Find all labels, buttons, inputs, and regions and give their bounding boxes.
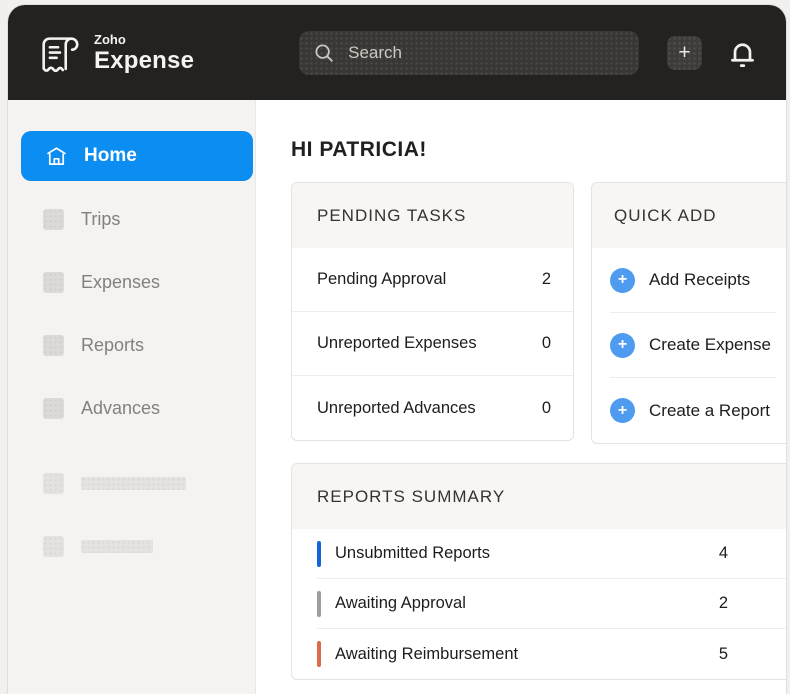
action-label: Create a Report bbox=[649, 401, 770, 421]
row-label: Awaiting Reimbursement bbox=[335, 645, 719, 664]
unreported-advances-row[interactable]: Unreported Advances 0 bbox=[292, 376, 573, 440]
sidebar-item-label: Trips bbox=[81, 209, 120, 230]
reports-summary-card: REPORTS SUMMARY Unsubmitted Reports 4 Aw… bbox=[291, 463, 786, 680]
action-label: Add Receipts bbox=[649, 270, 750, 290]
status-color-bar bbox=[317, 641, 321, 667]
main-content: HI PATRICIA! PENDING TASKS Pending Appro… bbox=[256, 100, 786, 694]
sidebar-item-advances[interactable]: Advances bbox=[8, 377, 255, 440]
reports-summary-title: REPORTS SUMMARY bbox=[292, 464, 786, 529]
receipt-logo-icon bbox=[36, 30, 82, 76]
sidebar-skeleton-item bbox=[8, 452, 255, 515]
sidebar-item-label: Advances bbox=[81, 398, 160, 419]
sidebar-item-label: Reports bbox=[81, 335, 144, 356]
awaiting-reimbursement-row[interactable]: Awaiting Reimbursement 5 bbox=[317, 629, 786, 679]
sidebar: Home Trips Expenses Reports Advances bbox=[8, 100, 256, 694]
topbar-actions: + bbox=[667, 36, 758, 70]
row-label: Awaiting Approval bbox=[335, 594, 719, 613]
brand-zoho: Zoho bbox=[94, 33, 194, 46]
search-bar[interactable] bbox=[299, 31, 639, 75]
placeholder-icon bbox=[43, 335, 64, 356]
skeleton-bar bbox=[81, 540, 153, 553]
row-label: Unsubmitted Reports bbox=[335, 544, 719, 563]
unsubmitted-reports-row[interactable]: Unsubmitted Reports 4 bbox=[317, 529, 786, 579]
row-count: 2 bbox=[542, 270, 551, 289]
create-report-action[interactable]: + Create a Report bbox=[610, 378, 776, 443]
row-label: Unreported Expenses bbox=[317, 334, 477, 353]
pending-tasks-title: PENDING TASKS bbox=[292, 183, 573, 248]
notifications-bell-icon[interactable] bbox=[727, 36, 758, 70]
row-label: Unreported Advances bbox=[317, 399, 476, 418]
global-add-button[interactable]: + bbox=[667, 36, 702, 70]
sidebar-item-trips[interactable]: Trips bbox=[8, 188, 255, 251]
unreported-expenses-row[interactable]: Unreported Expenses 0 bbox=[292, 312, 573, 376]
pending-tasks-card: PENDING TASKS Pending Approval 2 Unrepor… bbox=[291, 182, 574, 441]
row-count: 2 bbox=[719, 594, 728, 613]
quick-add-title: QUICK ADD bbox=[592, 183, 786, 248]
app-window: Zoho Expense + bbox=[7, 4, 787, 694]
placeholder-icon bbox=[43, 473, 64, 494]
row-count: 0 bbox=[542, 334, 551, 353]
add-receipts-action[interactable]: + Add Receipts bbox=[610, 248, 776, 313]
sidebar-skeleton-item bbox=[8, 515, 255, 578]
zoho-expense-logo: Zoho Expense bbox=[36, 30, 194, 76]
action-label: Create Expense bbox=[649, 335, 771, 355]
search-icon bbox=[313, 42, 335, 64]
status-color-bar bbox=[317, 591, 321, 617]
row-count: 0 bbox=[542, 399, 551, 418]
skeleton-bar bbox=[81, 477, 186, 490]
topbar: Zoho Expense + bbox=[8, 5, 786, 100]
brand-expense: Expense bbox=[94, 49, 194, 73]
quick-add-card: QUICK ADD + Add Receipts + Create Expens… bbox=[591, 182, 786, 444]
search-input[interactable] bbox=[348, 43, 625, 63]
plus-circle-icon: + bbox=[610, 398, 635, 423]
home-icon bbox=[45, 145, 68, 168]
row-label: Pending Approval bbox=[317, 270, 446, 289]
sidebar-item-home[interactable]: Home bbox=[21, 131, 253, 181]
status-color-bar bbox=[317, 541, 321, 567]
create-expense-action[interactable]: + Create Expense bbox=[610, 313, 776, 378]
brand-text: Zoho Expense bbox=[94, 33, 194, 73]
sidebar-item-label: Expenses bbox=[81, 272, 160, 293]
awaiting-approval-row[interactable]: Awaiting Approval 2 bbox=[317, 579, 786, 629]
placeholder-icon bbox=[43, 209, 64, 230]
placeholder-icon bbox=[43, 398, 64, 419]
row-count: 4 bbox=[719, 544, 728, 563]
plus-circle-icon: + bbox=[610, 268, 635, 293]
row-count: 5 bbox=[719, 645, 728, 664]
plus-circle-icon: + bbox=[610, 333, 635, 358]
placeholder-icon bbox=[43, 272, 64, 293]
page-title: HI PATRICIA! bbox=[291, 138, 786, 162]
sidebar-item-expenses[interactable]: Expenses bbox=[8, 251, 255, 314]
sidebar-item-label: Home bbox=[84, 145, 137, 167]
pending-approval-row[interactable]: Pending Approval 2 bbox=[292, 248, 573, 312]
sidebar-item-reports[interactable]: Reports bbox=[8, 314, 255, 377]
placeholder-icon bbox=[43, 536, 64, 557]
